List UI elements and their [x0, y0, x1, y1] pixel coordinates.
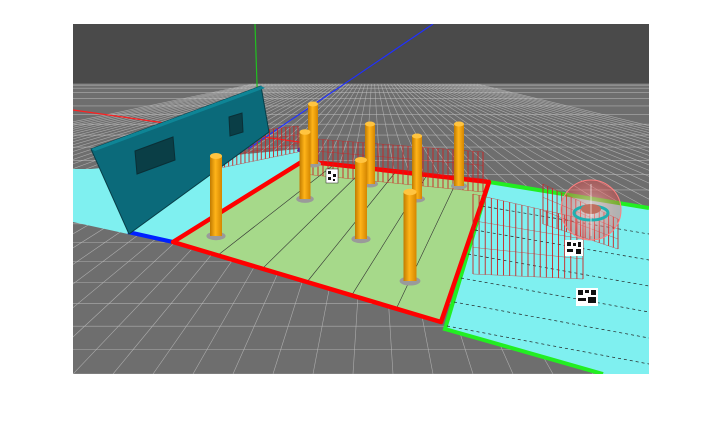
column-top [210, 153, 222, 159]
column-top [403, 188, 417, 196]
3d-viewport[interactable] [73, 24, 649, 374]
qr-marker-2[interactable] [576, 288, 598, 306]
column-top [412, 133, 422, 139]
column-top [308, 101, 318, 107]
column-shaft [299, 132, 311, 199]
qr-marker-1[interactable] [565, 240, 583, 256]
column-shaft [454, 124, 464, 186]
selection-gizmo[interactable] [560, 179, 622, 241]
column-shaft [403, 192, 417, 281]
column-top [454, 121, 464, 127]
column-top [355, 157, 367, 163]
center-marker[interactable] [325, 168, 339, 184]
marker-box [325, 168, 339, 184]
column-shaft [210, 156, 222, 236]
wall-window-right [228, 112, 244, 137]
column-top [365, 121, 375, 127]
column-shaft [355, 160, 367, 239]
column-top [299, 129, 311, 135]
